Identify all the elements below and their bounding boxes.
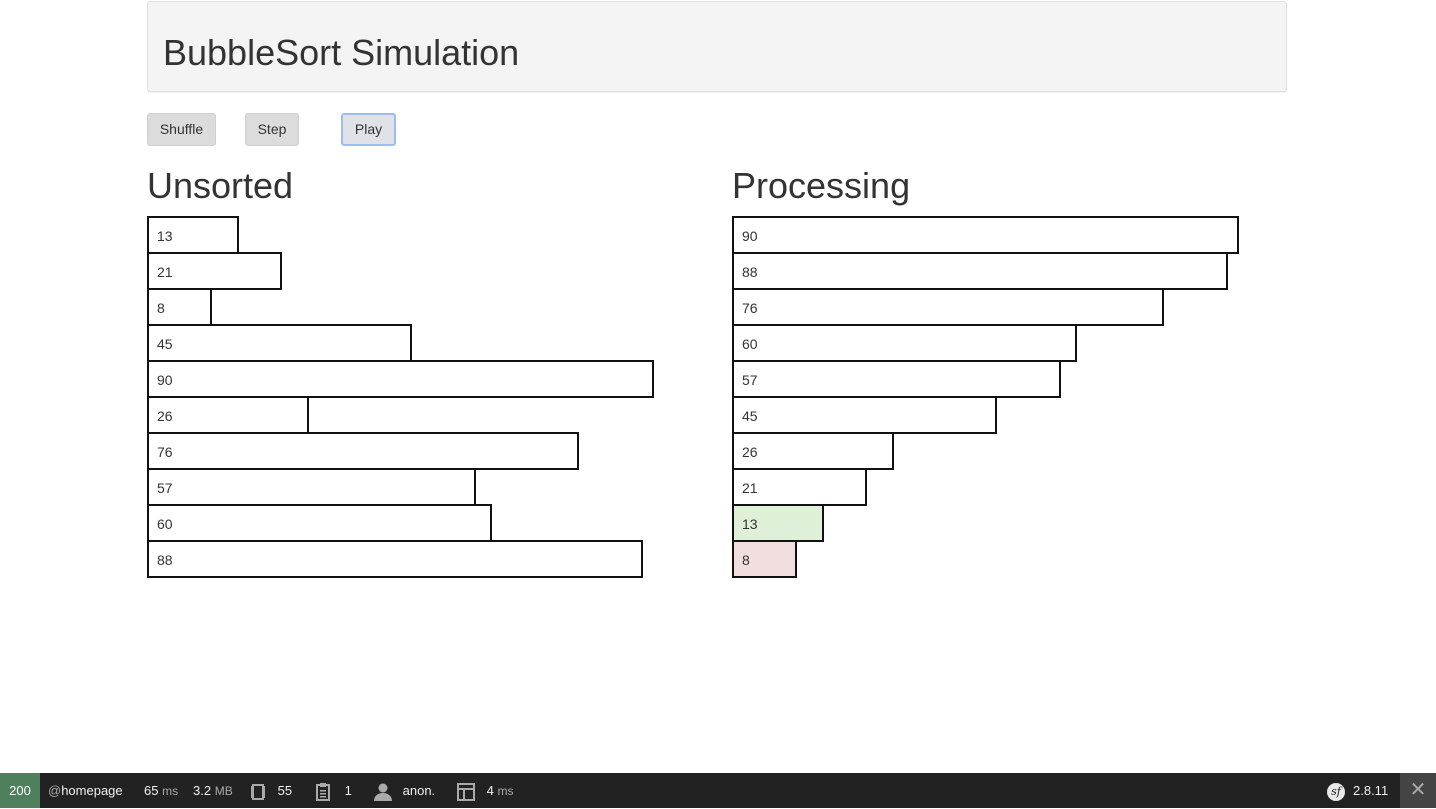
route-name: homepage [61,783,123,798]
unsorted-title: Unsorted [147,165,294,206]
unsorted-bar-label: 8 [157,300,165,316]
unsorted-bar-list: 13 21 8 45 90 26 76 57 60 88 [147,216,654,578]
unsorted-bar-label: 90 [157,372,173,388]
unsorted-bar: 60 [147,504,492,542]
twig-time-unit: ms [497,784,514,798]
request-time[interactable]: 65 ms [144,773,178,808]
processing-bar: 13 [732,504,824,542]
processing-bar: 26 [732,432,894,470]
log-messages[interactable]: 1 [314,773,352,808]
request-time-unit: ms [162,784,179,798]
processing-bar-label: 26 [742,444,758,460]
processing-bar-label: 57 [742,372,758,388]
unsorted-bar-label: 13 [157,228,173,244]
unsorted-bar: 57 [147,468,476,506]
unsorted-bar-label: 57 [157,480,173,496]
twig-render-time[interactable]: 4 ms [456,773,513,808]
security-user[interactable]: anon. [373,773,435,808]
processing-bar: 8 [732,540,797,578]
processing-bar: 76 [732,288,1164,326]
processing-bar-label: 90 [742,228,758,244]
unsorted-bar: 88 [147,540,643,578]
db-queries[interactable]: 55 [249,773,292,808]
log-icon [316,782,330,801]
route-info[interactable]: @homepage [48,773,123,808]
log-count: 1 [344,783,352,798]
unsorted-bar-label: 21 [157,264,173,280]
unsorted-bar-label: 88 [157,552,173,568]
route-prefix: @ [48,783,62,798]
play-button[interactable]: Play [341,113,396,146]
processing-bar-label: 88 [742,264,758,280]
unsorted-bar-label: 26 [157,408,173,424]
unsorted-bar: 76 [147,432,579,470]
processing-bar-label: 60 [742,336,758,352]
user-icon [374,783,392,801]
processing-bar-label: 13 [742,516,758,532]
request-time-value: 65 [144,783,159,798]
queries-count: 55 [277,783,293,798]
processing-bar: 21 [732,468,867,506]
unsorted-bar: 45 [147,324,412,362]
twig-time-value: 4 [486,783,494,798]
version-text: 2.8.11 [1353,783,1389,798]
processing-title: Processing [732,165,911,206]
processing-bar: 60 [732,324,1077,362]
unsorted-bar: 90 [147,360,654,398]
processing-bar-label: 8 [742,552,750,568]
status-code-badge[interactable]: 200 [0,773,40,808]
symfony-version[interactable]: sf 2.8.11 [1327,773,1388,808]
page-header: BubbleSort Simulation [147,1,1287,92]
processing-bar: 57 [732,360,1061,398]
processing-bar-label: 76 [742,300,758,316]
processing-bar: 88 [732,252,1228,290]
processing-bar: 90 [732,216,1239,254]
symfony-logo: sf [1327,782,1345,801]
unsorted-bar: 26 [147,396,309,434]
step-button[interactable]: Step [245,113,299,146]
processing-bar-list: 90 88 76 60 57 45 26 21 13 8 [732,216,1239,578]
shuffle-button[interactable]: Shuffle [147,113,216,146]
queries-icon [251,783,265,800]
page-title: BubbleSort Simulation [163,32,520,73]
processing-bar: 45 [732,396,997,434]
processing-bar-label: 21 [742,480,758,496]
unsorted-bar-label: 45 [157,336,173,352]
close-icon[interactable]: ✕ [1400,773,1436,808]
memory-unit: MB [214,784,233,798]
memory-usage[interactable]: 3.2 MB [193,773,233,808]
unsorted-bar: 13 [147,216,239,254]
user-name: anon. [402,783,436,798]
unsorted-bar: 8 [147,288,212,326]
debug-toolbar: 200 @homepage 65 ms 3.2 MB 55 1 anon. 4 … [0,773,1436,808]
unsorted-bar: 21 [147,252,282,290]
unsorted-bar-label: 76 [157,444,173,460]
processing-bar-label: 45 [742,408,758,424]
memory-value: 3.2 [193,783,212,798]
template-icon [457,782,475,801]
unsorted-bar-label: 60 [157,516,173,532]
